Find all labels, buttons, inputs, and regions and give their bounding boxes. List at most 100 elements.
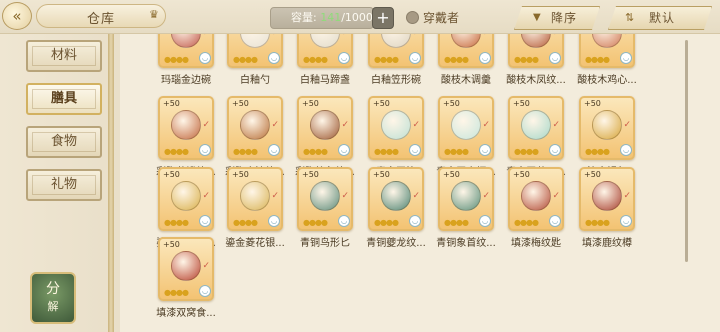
item-bonus: +50 bbox=[163, 240, 180, 249]
add-capacity-button[interactable]: + bbox=[372, 7, 394, 29]
tableware-tag-icon: ◡ bbox=[338, 215, 350, 227]
item-card[interactable]: ✓ ●●●● ◡ bbox=[368, 34, 424, 68]
item-image bbox=[381, 110, 411, 140]
check-icon: ✓ bbox=[271, 34, 279, 38]
check-icon: ✓ bbox=[341, 120, 349, 130]
coin-icons: ●●●● bbox=[233, 147, 258, 156]
tableware-tag-icon: ◡ bbox=[199, 215, 211, 227]
coin-icons: ●●●● bbox=[585, 55, 610, 64]
item-card[interactable]: +50 ✓ ●●●● ◡ bbox=[579, 167, 635, 231]
tableware-tag-icon: ◡ bbox=[409, 144, 421, 156]
item-card[interactable]: +50 ✓ ●●●● ◡ bbox=[227, 96, 283, 160]
sidebar-item-food[interactable]: 食物 bbox=[26, 126, 102, 158]
tableware-tag-icon: ◡ bbox=[338, 144, 350, 156]
coin-icons: ●●●● bbox=[585, 218, 610, 227]
item-card[interactable]: +50 ✓ ●●●● ◡ bbox=[368, 96, 424, 160]
item-bonus: +50 bbox=[232, 99, 249, 108]
item-image bbox=[592, 181, 622, 211]
item-name: 白釉勺 bbox=[240, 75, 270, 86]
wearer-label: 穿戴者 bbox=[423, 11, 460, 25]
item-name: 白釉笠形碗 bbox=[371, 75, 421, 86]
coin-icons: ●●●● bbox=[374, 55, 399, 64]
wearer-toggle[interactable]: 穿戴者 bbox=[406, 9, 459, 27]
item-bonus: +50 bbox=[302, 99, 319, 108]
check-icon: ✓ bbox=[552, 34, 560, 38]
item-name: 青铜鸟形匕 bbox=[300, 238, 350, 249]
item-card[interactable]: ✓ ●●●● ◡ bbox=[297, 34, 353, 68]
coin-icons: ●●●● bbox=[444, 218, 469, 227]
item-card[interactable]: ✓ ●●●● ◡ bbox=[158, 34, 214, 68]
coin-icons: ●●●● bbox=[514, 218, 539, 227]
item-name: 填漆双窝食... bbox=[156, 308, 216, 319]
scrollbar[interactable] bbox=[685, 40, 688, 262]
item-card[interactable]: ✓ ●●●● ◡ bbox=[508, 34, 564, 68]
page-title: 仓库 bbox=[87, 12, 116, 27]
sort-order-button[interactable]: ▼ 降序 bbox=[514, 6, 600, 30]
coin-icons: ●●●● bbox=[444, 55, 469, 64]
decompose-button[interactable]: 分 解 bbox=[30, 272, 76, 324]
item-name: 玛瑙金边碗 bbox=[161, 75, 211, 86]
check-icon: ✓ bbox=[623, 34, 631, 38]
item-card[interactable]: ✓ ●●●● ◡ bbox=[438, 34, 494, 68]
item-image bbox=[310, 110, 340, 140]
item-card[interactable]: ✓ ●●●● ◡ bbox=[579, 34, 635, 68]
item-card[interactable]: ✓ ●●●● ◡ bbox=[227, 34, 283, 68]
coin-icons: ●●●● bbox=[303, 218, 328, 227]
item-image bbox=[310, 181, 340, 211]
item-card[interactable]: +50 ✓ ●●●● ◡ bbox=[508, 96, 564, 160]
capacity-max: /1000 bbox=[341, 11, 373, 24]
item-card[interactable]: +50 ✓ ●●●● ◡ bbox=[438, 96, 494, 160]
capacity-current: 141 bbox=[320, 11, 342, 24]
tableware-tag-icon: ◡ bbox=[268, 215, 280, 227]
check-icon: ✓ bbox=[552, 120, 560, 130]
radio-icon bbox=[406, 11, 419, 24]
back-button[interactable]: « bbox=[2, 2, 32, 30]
item-name: 填漆梅纹匙 bbox=[511, 238, 561, 249]
check-icon: ✓ bbox=[202, 34, 210, 38]
sort-mode-button[interactable]: ⇅ 默认 bbox=[608, 6, 712, 30]
item-image bbox=[240, 110, 270, 140]
item-card[interactable]: +50 ✓ ●●●● ◡ bbox=[297, 96, 353, 160]
tableware-tag-icon: ◡ bbox=[199, 52, 211, 64]
item-card[interactable]: +50 ✓ ●●●● ◡ bbox=[227, 167, 283, 231]
item-bonus: +50 bbox=[584, 99, 601, 108]
sidebar-item-tableware[interactable]: 膳具 bbox=[26, 83, 102, 115]
item-bonus: +50 bbox=[513, 170, 530, 179]
sort-mode-label: 默认 bbox=[649, 11, 676, 25]
swap-arrows-icon: ⇅ bbox=[625, 11, 635, 24]
check-icon: ✓ bbox=[412, 120, 420, 130]
tableware-tag-icon: ◡ bbox=[549, 215, 561, 227]
tableware-tag-icon: ◡ bbox=[549, 52, 561, 64]
item-bonus: +50 bbox=[443, 99, 460, 108]
item-card[interactable]: +50 ✓ ●●●● ◡ bbox=[438, 167, 494, 231]
coin-icons: ●●●● bbox=[585, 147, 610, 156]
title-tab: 仓库 ♛ bbox=[36, 4, 166, 28]
sidebar-item-label: 食物 bbox=[50, 134, 77, 149]
coin-icons: ●●●● bbox=[164, 55, 189, 64]
sidebar-item-gifts[interactable]: 礼物 bbox=[26, 169, 102, 201]
capacity-display: 容量: 141/1000 bbox=[270, 7, 374, 29]
item-image bbox=[240, 181, 270, 211]
tableware-tag-icon: ◡ bbox=[479, 215, 491, 227]
item-card[interactable]: +50 ✓ ●●●● ◡ bbox=[508, 167, 564, 231]
item-image bbox=[310, 34, 340, 48]
sidebar-item-materials[interactable]: 材料 bbox=[26, 40, 102, 72]
item-card[interactable]: +50 ✓ ●●●● ◡ bbox=[158, 237, 214, 301]
item-grid: ✓ ●●●● ◡ 玛瑙金边碗 ✓ ●●●● ◡ 白釉勺 ✓ ●●●● ◡ 白釉马蹄盏 ✓ ●●●● ◡ 白釉笠… bbox=[120, 34, 720, 332]
item-name: 酸枝木调羹 bbox=[441, 75, 491, 86]
item-card[interactable]: +50 ✓ ●●●● ◡ bbox=[158, 167, 214, 231]
item-card[interactable]: +50 ✓ ●●●● ◡ bbox=[297, 167, 353, 231]
tableware-tag-icon: ◡ bbox=[409, 52, 421, 64]
item-card[interactable]: +50 ✓ ●●●● ◡ bbox=[158, 96, 214, 160]
sort-order-label: 降序 bbox=[551, 11, 578, 25]
item-image bbox=[592, 110, 622, 140]
coin-icons: ●●●● bbox=[374, 147, 399, 156]
coin-icons: ●●●● bbox=[514, 55, 539, 64]
item-card[interactable]: +50 ✓ ●●●● ◡ bbox=[368, 167, 424, 231]
sidebar-item-label: 礼物 bbox=[50, 177, 77, 192]
item-image bbox=[592, 34, 622, 48]
tableware-tag-icon: ◡ bbox=[268, 144, 280, 156]
check-icon: ✓ bbox=[623, 191, 631, 201]
item-bonus: +50 bbox=[584, 170, 601, 179]
item-card[interactable]: +50 ✓ ●●●● ◡ bbox=[579, 96, 635, 160]
